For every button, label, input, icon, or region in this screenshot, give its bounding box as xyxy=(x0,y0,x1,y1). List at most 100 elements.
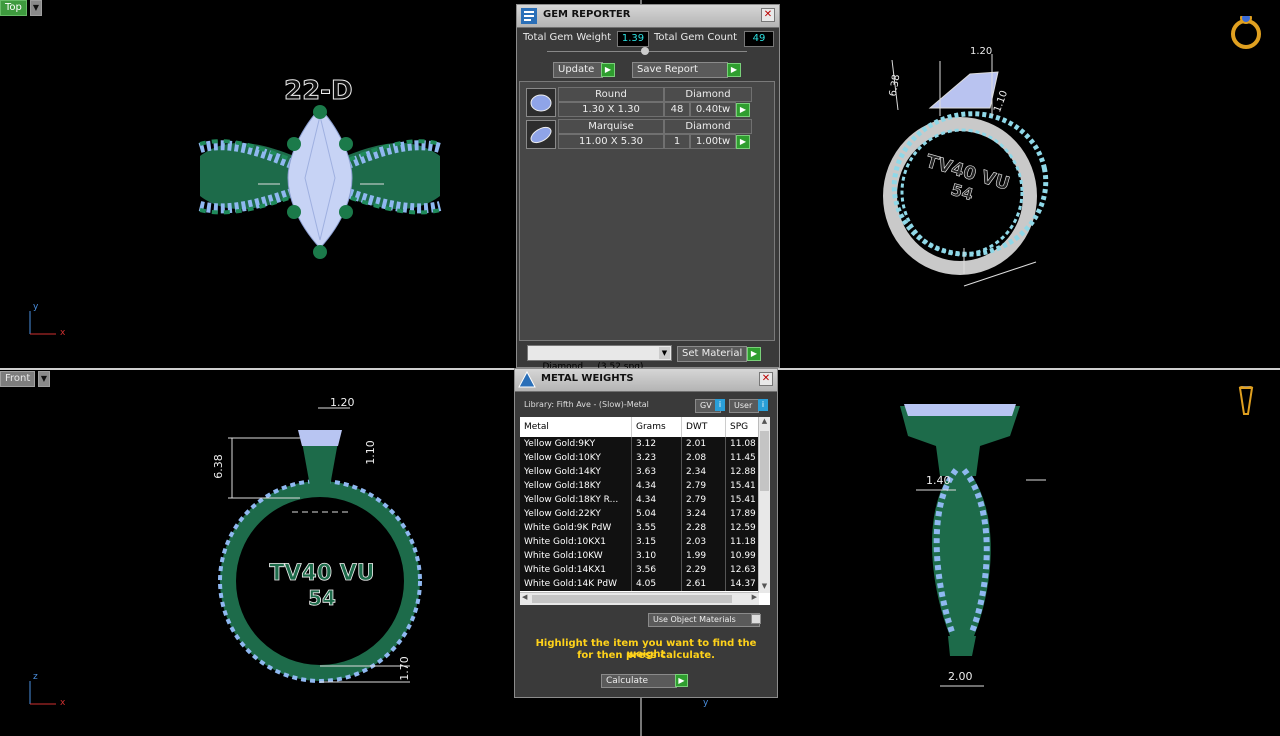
side-view-ring-render xyxy=(900,404,1046,687)
update-go-icon[interactable]: ▶ xyxy=(601,63,615,77)
dimension-label: 1.20 xyxy=(970,46,993,57)
total-gem-count-value: 49 xyxy=(744,31,774,47)
table-row[interactable]: Yellow Gold:9KY 3.12 2.01 11.08 xyxy=(520,437,760,451)
user-toggle[interactable]: User xyxy=(729,399,759,413)
material-select[interactable]: Diamond (3.52 spg) ▼ xyxy=(527,345,672,372)
round-gem-icon[interactable] xyxy=(526,88,556,117)
gem-reporter-titlebar[interactable]: GEM REPORTER ✕ xyxy=(517,5,779,28)
column-header[interactable]: Metal xyxy=(520,417,632,437)
table-cell: White Gold:9K PdW xyxy=(520,521,632,535)
metal-table[interactable]: Metal Grams DWT SPG Yellow Gold:9KY 3.12 2… xyxy=(520,417,770,605)
save-report-button[interactable]: Save Report xyxy=(632,62,728,78)
user-info-icon[interactable]: i xyxy=(758,399,768,411)
calculate-button[interactable]: Calculate xyxy=(601,674,677,688)
table-cell: 11.45 xyxy=(726,451,760,465)
table-cell: White Gold:14KX1 xyxy=(520,563,632,577)
ring-stamp-line-1: TV40 VU xyxy=(269,561,375,587)
gem-size: 11.00 X 5.30 xyxy=(558,134,664,149)
scroll-thumb[interactable] xyxy=(532,595,732,603)
horizontal-scrollbar[interactable]: ◀ ▶ xyxy=(520,592,759,605)
scroll-left-icon[interactable]: ◀ xyxy=(522,593,527,601)
close-icon[interactable]: ✕ xyxy=(761,8,775,22)
table-cell: 3.23 xyxy=(632,451,682,465)
table-cell: Yellow Gold:22KY xyxy=(520,507,632,521)
table-row[interactable]: Yellow Gold:14KY 3.63 2.34 12.88 xyxy=(520,465,760,479)
table-cell: 17.89 xyxy=(726,507,760,521)
ring-stamp-line-2: 54 xyxy=(308,586,337,611)
axis-z-label: z xyxy=(33,672,38,682)
table-row[interactable]: Yellow Gold:22KY 5.04 3.24 17.89 xyxy=(520,507,760,521)
table-cell: 4.34 xyxy=(632,479,682,493)
scroll-up-icon[interactable]: ▲ xyxy=(759,417,770,428)
chevron-down-icon[interactable]: ▼ xyxy=(659,347,670,359)
table-row[interactable]: White Gold:10KX1 3.15 2.03 11.18 xyxy=(520,535,760,549)
ring-view-icon[interactable] xyxy=(1228,16,1268,52)
table-cell: Yellow Gold:18KY R... xyxy=(520,493,632,507)
scroll-thumb[interactable] xyxy=(760,431,769,491)
column-header[interactable]: Grams xyxy=(632,417,682,437)
axis-y-label: y xyxy=(703,698,709,708)
gem-shape: Round xyxy=(558,87,664,102)
gem-count: 1 xyxy=(664,134,690,149)
front-viewport-label[interactable]: Front xyxy=(0,371,36,387)
gem-list[interactable]: Round Diamond 1.30 X 1.30 48 0.40tw ▶ Ma… xyxy=(519,81,775,341)
chevron-down-icon[interactable]: ▼ xyxy=(30,0,42,16)
update-button[interactable]: Update xyxy=(553,62,603,78)
front-viewport[interactable]: TV40 VU 54 1.20 6.38 1.10 1.70 z x xyxy=(0,386,510,736)
vertical-scrollbar[interactable]: ▲ ▼ xyxy=(758,417,770,593)
column-header[interactable]: SPG xyxy=(726,417,760,437)
metal-weights-titlebar[interactable]: METAL WEIGHTS ✕ xyxy=(515,369,777,392)
scroll-down-icon[interactable]: ▼ xyxy=(759,582,770,593)
gem-row-go-icon[interactable]: ▶ xyxy=(736,103,750,117)
table-row[interactable]: White Gold:9K PdW 3.55 2.28 12.59 xyxy=(520,521,760,535)
table-cell: 1.99 xyxy=(682,549,726,563)
table-cell: 2.79 xyxy=(682,493,726,507)
table-cell: Yellow Gold:14KY xyxy=(520,465,632,479)
table-cell: Yellow Gold:18KY xyxy=(520,479,632,493)
table-cell: 10.99 xyxy=(726,549,760,563)
dimension-label: 1.20 xyxy=(330,396,355,409)
table-row[interactable]: Yellow Gold:18KY R... 4.34 2.79 15.41 xyxy=(520,493,760,507)
scroll-right-icon[interactable]: ▶ xyxy=(752,593,757,601)
table-row[interactable]: White Gold:14KX1 3.56 2.29 12.63 xyxy=(520,563,760,577)
top-viewport-label[interactable]: Top xyxy=(0,0,27,16)
column-header[interactable]: DWT xyxy=(682,417,726,437)
gv-info-icon[interactable]: i xyxy=(715,399,725,411)
set-material-button[interactable]: Set Material xyxy=(677,346,747,362)
top-viewport[interactable]: 22-D y x xyxy=(0,16,516,366)
table-cell: 11.08 xyxy=(726,437,760,451)
marquise-gem-icon[interactable] xyxy=(526,120,556,149)
slider-handle[interactable] xyxy=(641,47,649,55)
dimension-label: 2.00 xyxy=(948,670,973,683)
table-cell: 2.79 xyxy=(682,479,726,493)
gem-material: Diamond xyxy=(664,87,752,102)
chevron-down-icon[interactable]: ▼ xyxy=(38,371,50,387)
table-cell: 15.41 xyxy=(726,479,760,493)
calculate-go-icon[interactable]: ▶ xyxy=(675,674,688,687)
pendant-view-icon[interactable] xyxy=(1234,386,1258,422)
table-cell: 15.41 xyxy=(726,493,760,507)
gem-row-go-icon[interactable]: ▶ xyxy=(736,135,750,149)
total-gem-weight-value: 1.39 xyxy=(617,31,649,47)
checkbox-box[interactable] xyxy=(751,614,761,624)
table-row[interactable]: Yellow Gold:10KY 3.23 2.08 11.45 xyxy=(520,451,760,465)
axis-x-label: x xyxy=(60,328,66,338)
perspective-viewport[interactable]: TV40 VU 54 1.20 6.38 1.10 xyxy=(780,16,1280,366)
gem-total-weight: 1.00tw xyxy=(690,134,736,149)
axis-y-label: y xyxy=(33,302,39,312)
close-icon[interactable]: ✕ xyxy=(759,372,773,386)
table-row[interactable]: Yellow Gold:18KY 4.34 2.79 15.41 xyxy=(520,479,760,493)
table-cell: 3.55 xyxy=(632,521,682,535)
dimension-label: 1.10 xyxy=(363,440,377,465)
dimension-label: 6.38 xyxy=(211,454,225,479)
table-row[interactable]: White Gold:14K PdW 4.05 2.61 14.37 xyxy=(520,577,760,591)
table-cell: 3.56 xyxy=(632,563,682,577)
table-row[interactable]: White Gold:10KW 3.10 1.99 10.99 xyxy=(520,549,760,563)
save-report-go-icon[interactable]: ▶ xyxy=(727,63,741,77)
use-object-materials-checkbox[interactable]: Use Object Materials xyxy=(648,613,760,627)
table-cell: 12.88 xyxy=(726,465,760,479)
set-material-go-icon[interactable]: ▶ xyxy=(747,347,761,361)
side-viewport[interactable]: 1.40 2.00 xyxy=(780,386,1280,736)
panel-title: GEM REPORTER xyxy=(543,9,631,20)
metal-weights-panel: METAL WEIGHTS ✕ Library: Fifth Ave - (Sl… xyxy=(514,368,778,698)
